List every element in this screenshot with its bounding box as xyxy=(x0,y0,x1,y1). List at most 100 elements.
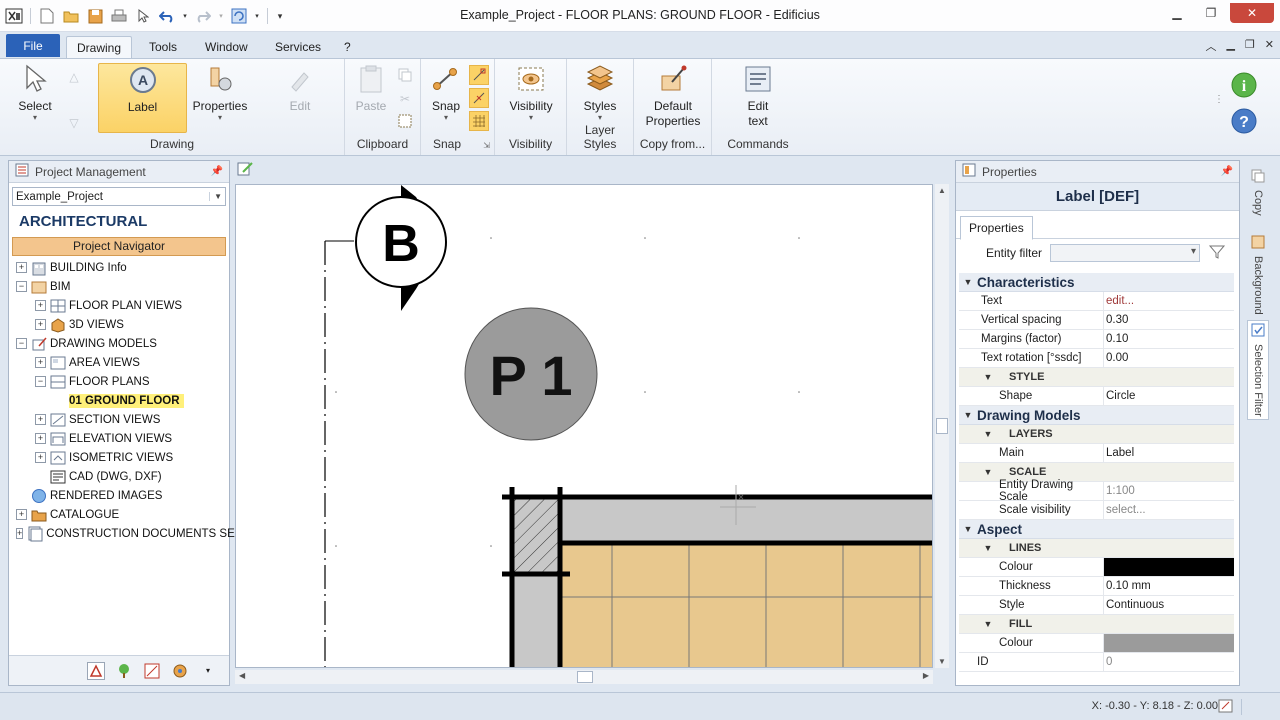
expand-icon[interactable]: + xyxy=(35,300,46,311)
chevron-down-icon[interactable]: ▼ xyxy=(209,192,222,201)
collapse-icon[interactable]: ▼ xyxy=(979,543,997,553)
horizontal-scroll-thumb[interactable] xyxy=(577,671,593,683)
visibility-button[interactable]: Visibility ▾ xyxy=(505,63,557,122)
subcategory-style[interactable]: ▼ STYLE xyxy=(959,368,1234,387)
paste-special-icon[interactable] xyxy=(395,111,415,131)
property-row-line-colour[interactable]: Colour xyxy=(959,558,1234,577)
styles-button[interactable]: Styles ▾ xyxy=(577,63,623,122)
snap-settings-launcher-icon[interactable]: ⇲ xyxy=(483,141,490,150)
tree-item[interactable]: − BIM xyxy=(9,277,229,296)
entity-filter-combo[interactable] xyxy=(1050,244,1201,262)
side-tab-background[interactable]: Background xyxy=(1247,230,1269,320)
tree-item[interactable]: + CATALOGUE xyxy=(9,505,229,524)
architectural-icon[interactable] xyxy=(87,661,105,680)
doc-restore-icon[interactable]: ❐ xyxy=(1245,38,1255,54)
styles-dropdown-icon[interactable]: ▾ xyxy=(598,114,602,122)
help-icon[interactable]: ? xyxy=(1230,107,1258,138)
property-row-thickness[interactable]: Thickness 0.10 mm xyxy=(959,577,1234,596)
tree-item[interactable]: +3D VIEWS xyxy=(9,315,229,334)
vertical-scroll-thumb[interactable] xyxy=(936,418,948,434)
tree-item[interactable]: + BUILDING Info xyxy=(9,258,229,277)
edit-button[interactable]: Edit xyxy=(278,63,322,114)
floor-plan-drawing[interactable]: B P 1 xyxy=(236,185,933,668)
scroll-up-icon[interactable]: ▲ xyxy=(938,186,946,195)
copy-icon[interactable] xyxy=(395,65,415,85)
edit-text-button[interactable]: Edit text xyxy=(736,63,780,129)
subcategory-fill[interactable]: ▼ FILL xyxy=(959,615,1234,634)
collapse-icon[interactable]: ▼ xyxy=(959,524,977,534)
snap-dropdown-icon[interactable]: ▾ xyxy=(444,114,448,122)
doc-minimize-icon[interactable]: ▁ xyxy=(1226,38,1234,54)
property-row-line-style[interactable]: Style Continuous xyxy=(959,596,1234,615)
side-tab-selection-filter[interactable]: Selection Filter xyxy=(1247,320,1269,420)
collapse-icon[interactable]: ▼ xyxy=(959,277,977,287)
property-row-main-layer[interactable]: Main Label xyxy=(959,444,1234,463)
tree-item[interactable]: RENDERED IMAGES xyxy=(9,486,229,505)
tab-services[interactable]: Services xyxy=(265,36,331,58)
expand-icon[interactable]: + xyxy=(16,262,27,273)
project-combo[interactable]: Example_Project ▼ xyxy=(12,187,226,206)
expand-icon[interactable]: + xyxy=(16,509,27,520)
snap-midpoint-icon[interactable] xyxy=(469,88,489,108)
expand-icon[interactable]: + xyxy=(16,528,24,539)
tree-item[interactable]: + ELEVATION VIEWS xyxy=(9,429,229,448)
collapse-icon[interactable]: ▼ xyxy=(979,619,997,629)
snap-grid-icon[interactable] xyxy=(469,111,489,131)
tab-window[interactable]: Window xyxy=(195,36,258,58)
tree-item[interactable]: + AREA VIEWS xyxy=(9,353,229,372)
pin-icon[interactable]: 📌 xyxy=(211,166,223,177)
minimize-icon[interactable]: ▁ xyxy=(1162,3,1192,23)
category-drawing-models[interactable]: ▼ Drawing Models xyxy=(959,406,1234,425)
cut-icon[interactable]: ✂ xyxy=(395,89,415,109)
info-icon[interactable]: i xyxy=(1230,71,1258,102)
collapse-icon[interactable]: ▼ xyxy=(979,429,997,439)
visibility-dropdown-icon[interactable]: ▾ xyxy=(529,114,533,122)
doc-close-icon[interactable]: ✕ xyxy=(1265,38,1274,54)
tab-properties[interactable]: Properties xyxy=(960,216,1033,240)
filter-icon[interactable] xyxy=(1208,244,1226,263)
wall-assembly[interactable] xyxy=(502,487,933,668)
section-marker[interactable]: B xyxy=(355,185,447,311)
ribbon-options-icon[interactable]: ⋮ xyxy=(1214,95,1224,105)
default-properties-button[interactable]: Default Properties xyxy=(640,63,706,129)
collapse-icon[interactable]: − xyxy=(35,376,46,387)
move-down-icon[interactable]: ▽ xyxy=(64,113,84,133)
snap-endpoint-icon[interactable] xyxy=(469,65,489,85)
category-aspect[interactable]: ▼ Aspect xyxy=(959,520,1234,539)
project-navigator-button[interactable]: Project Navigator xyxy=(12,237,226,256)
property-row-text-rotation[interactable]: Text rotation [°ssdc] 0.00 xyxy=(959,349,1234,368)
expand-icon[interactable]: + xyxy=(35,357,46,368)
property-row-scale-visibility[interactable]: Scale visibility select... xyxy=(959,501,1234,520)
maximize-icon[interactable]: ❐ xyxy=(1196,3,1226,23)
tab-tools[interactable]: Tools xyxy=(139,36,187,58)
category-characteristics[interactable]: ▼ Characteristics xyxy=(959,273,1234,292)
structural-icon[interactable] xyxy=(143,662,161,680)
tree-item[interactable]: + FLOOR PLAN VIEWS xyxy=(9,296,229,315)
label-button[interactable]: A Label xyxy=(98,63,187,133)
label-p1[interactable]: P 1 xyxy=(464,307,598,441)
more-dropdown-icon[interactable]: ▾ xyxy=(199,662,217,680)
select-dropdown-icon[interactable]: ▾ xyxy=(33,114,37,122)
tab-help[interactable]: ? xyxy=(334,36,361,58)
collapse-icon[interactable]: ▼ xyxy=(979,467,997,477)
tab-drawing[interactable]: Drawing xyxy=(66,36,133,58)
scroll-down-icon[interactable]: ▼ xyxy=(938,657,946,666)
properties-button[interactable]: Properties ▾ xyxy=(192,63,248,122)
canvas-edit-icon[interactable] xyxy=(236,160,256,180)
collapse-icon[interactable]: − xyxy=(16,281,27,292)
tree-item[interactable]: + CONSTRUCTION DOCUMENTS SET xyxy=(9,524,242,543)
property-row-vertical-spacing[interactable]: Vertical spacing 0.30 xyxy=(959,311,1234,330)
tab-file[interactable]: File xyxy=(6,34,60,57)
collapse-ribbon-icon[interactable]: ︿ xyxy=(1205,38,1216,54)
property-row-fill-colour[interactable]: Colour xyxy=(959,634,1234,653)
collapse-icon[interactable]: − xyxy=(16,338,27,349)
collapse-icon[interactable]: ▼ xyxy=(979,372,997,382)
property-row-text[interactable]: Text edit... xyxy=(959,292,1234,311)
scroll-left-icon[interactable]: ◀ xyxy=(239,671,245,680)
mep-icon[interactable] xyxy=(171,662,189,680)
tree-item[interactable]: − DRAWING MODELS xyxy=(9,334,229,353)
side-tab-copy[interactable]: Copy xyxy=(1247,164,1269,220)
property-row-margins[interactable]: Margins (factor) 0.10 xyxy=(959,330,1234,349)
tree-item[interactable]: + SECTION VIEWS xyxy=(9,410,229,429)
drawing-canvas[interactable]: B P 1 xyxy=(235,184,933,668)
